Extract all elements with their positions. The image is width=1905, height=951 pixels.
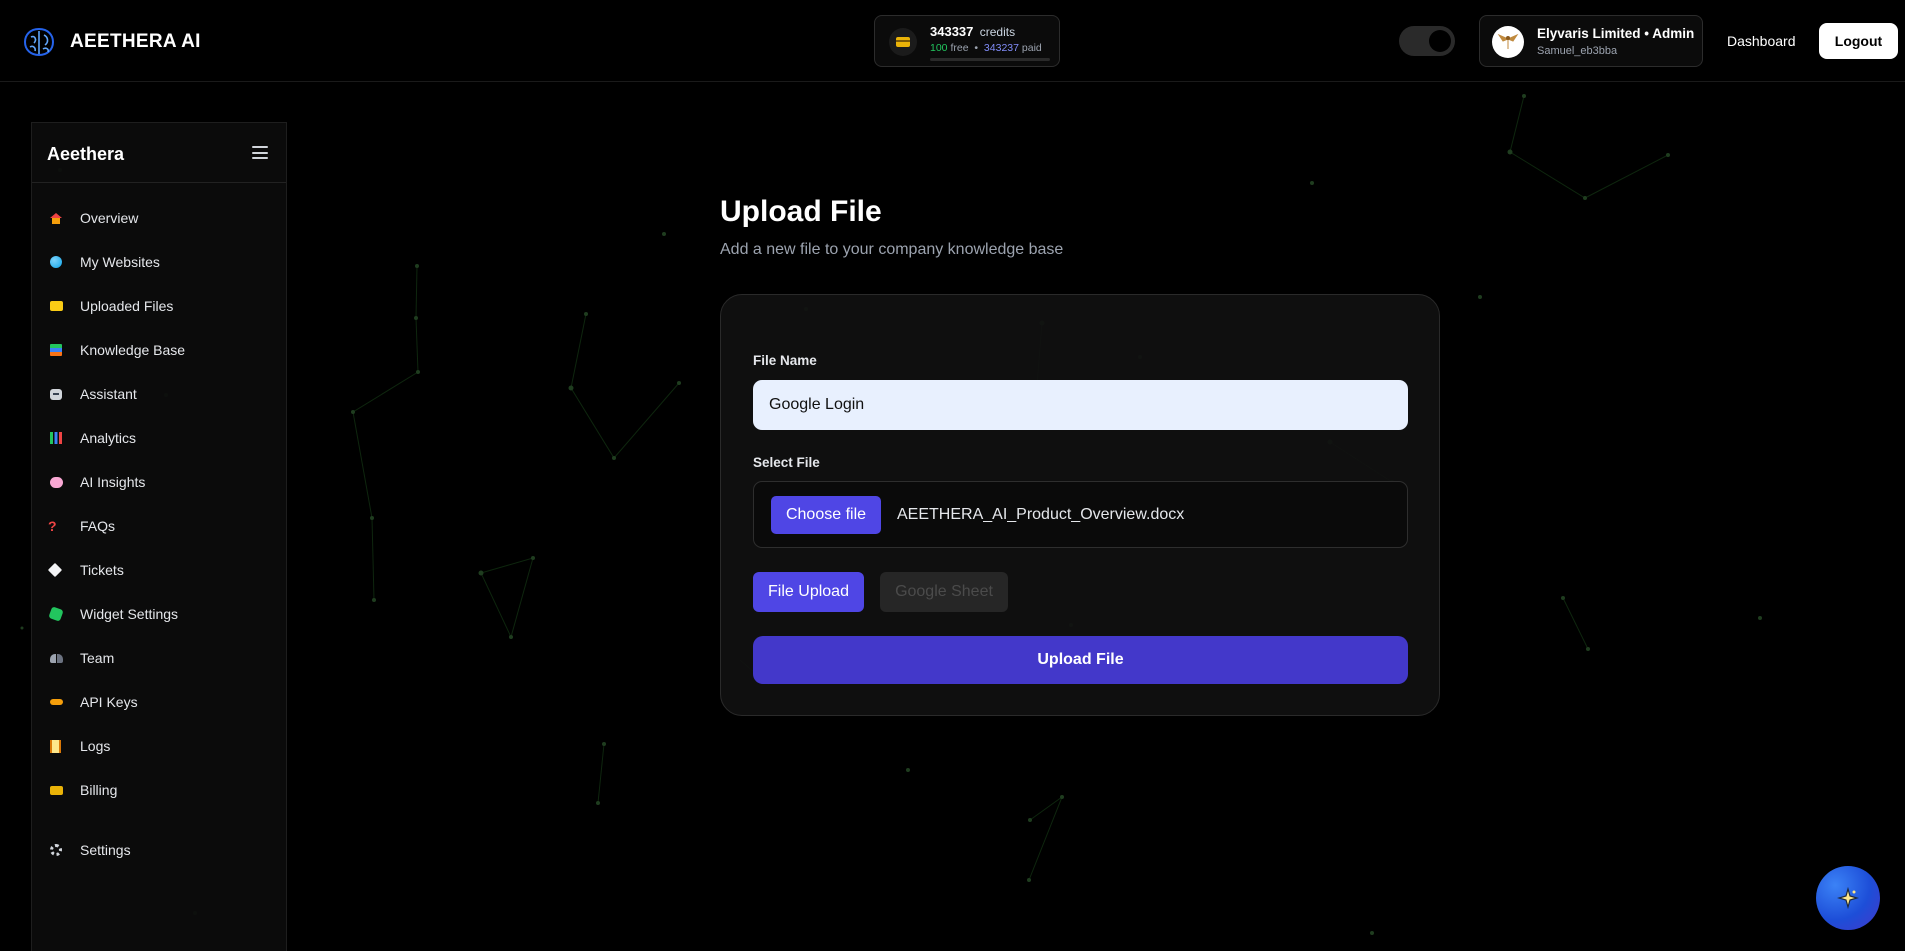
- sidebar-item-ai-insights[interactable]: AI Insights: [32, 464, 286, 500]
- sidebar-item-overview[interactable]: Overview: [32, 200, 286, 236]
- paid-credits-label: paid: [1021, 42, 1042, 54]
- toggle-knob: [1429, 30, 1451, 52]
- gear-icon: [50, 844, 62, 856]
- credits-total-label: credits: [979, 25, 1016, 39]
- sidebar-item-label: Widget Settings: [80, 606, 179, 622]
- sidebar-item-label: My Websites: [80, 254, 160, 270]
- app-root: AEETHERA AI 343337 credits 100 free • 34…: [0, 0, 1905, 951]
- sidebar-item-label: Uploaded Files: [80, 298, 174, 314]
- free-credits-label: free: [950, 42, 969, 54]
- sidebar-item-label: Knowledge Base: [80, 342, 186, 358]
- credits-total-value: 343337: [930, 24, 974, 39]
- sidebar-item-analytics[interactable]: Analytics: [32, 420, 286, 456]
- globe-icon: [50, 256, 62, 268]
- robot-icon: [50, 388, 62, 400]
- credits-separator: •: [974, 42, 979, 54]
- file-name-input[interactable]: [753, 380, 1408, 430]
- sidebar-item-team[interactable]: Team: [32, 640, 286, 676]
- file-picker[interactable]: Choose file AEETHERA_AI_Product_Overview…: [753, 481, 1408, 548]
- team-icon: [50, 653, 63, 663]
- tab-google-sheet[interactable]: Google Sheet: [880, 572, 1008, 612]
- paid-credits-value: 343237: [983, 42, 1019, 54]
- scroll-icon: [50, 739, 61, 753]
- sidebar-item-label: Overview: [80, 210, 139, 226]
- sidebar-title: Aeethera: [47, 144, 125, 164]
- sidebar-item-knowledge-base[interactable]: Knowledge Base: [32, 332, 286, 368]
- top-header: AEETHERA AI 343337 credits 100 free • 34…: [0, 0, 1905, 82]
- sidebar-item-label: AI Insights: [80, 474, 146, 490]
- user-handle: Samuel_eb3bba: [1537, 45, 1618, 57]
- bar-chart-icon: [50, 432, 62, 444]
- sparkle-icon: [1837, 887, 1859, 909]
- sidebar-item-tickets[interactable]: Tickets: [32, 552, 286, 588]
- sidebar-item-uploaded-files[interactable]: Uploaded Files: [32, 288, 286, 324]
- sidebar-item-widget-settings[interactable]: Widget Settings: [32, 596, 286, 632]
- sidebar-item-billing[interactable]: Billing: [32, 772, 286, 808]
- sidebar-header: Aeethera: [32, 123, 286, 183]
- sidebar-item-label: Analytics: [80, 430, 137, 446]
- sidebar-item-label: Logs: [80, 738, 111, 754]
- brand[interactable]: AEETHERA AI: [22, 26, 201, 58]
- folder-icon: [50, 301, 63, 311]
- key-icon: [50, 699, 63, 705]
- sidebar-item-my-websites[interactable]: My Websites: [32, 244, 286, 280]
- upload-form-card: File Name Select File Choose file AEETHE…: [720, 294, 1440, 716]
- sidebar-item-label: Team: [80, 650, 115, 666]
- page-title: Upload File: [720, 195, 882, 228]
- puzzle-icon: [48, 606, 64, 622]
- dashboard-link[interactable]: Dashboard: [1727, 33, 1796, 49]
- sidebar-item-assistant[interactable]: Assistant: [32, 376, 286, 412]
- sidebar: Aeethera Overview My Websites Uploaded F…: [31, 122, 287, 951]
- sidebar-item-faqs[interactable]: ? FAQs: [32, 508, 286, 544]
- user-profile[interactable]: Elyvaris Limited • Admin Samuel_eb3bba: [1479, 15, 1703, 67]
- company-avatar: [1492, 26, 1524, 58]
- assistant-fab-button[interactable]: [1816, 866, 1880, 930]
- file-name-label: File Name: [753, 353, 817, 368]
- sidebar-item-label: Tickets: [80, 562, 124, 578]
- credit-card-icon: [50, 785, 63, 795]
- credits-widget[interactable]: 343337 credits 100 free • 343237 paid: [874, 15, 1060, 67]
- sidebar-item-label: Billing: [80, 782, 118, 798]
- sidebar-item-label: FAQs: [80, 518, 116, 534]
- sidebar-item-label: Settings: [80, 842, 131, 858]
- selected-file-name: AEETHERA_AI_Product_Overview.docx: [897, 506, 1185, 523]
- hamburger-menu-icon[interactable]: [252, 146, 268, 159]
- free-credits-value: 100: [930, 42, 948, 54]
- user-name: Elyvaris Limited • Admin: [1537, 26, 1695, 41]
- ticket-icon: [47, 562, 63, 578]
- select-file-label: Select File: [753, 455, 820, 470]
- brand-name: AEETHERA AI: [70, 31, 201, 52]
- upload-file-button[interactable]: Upload File: [753, 636, 1408, 684]
- logout-button[interactable]: Logout: [1819, 23, 1898, 59]
- house-icon: [50, 212, 62, 224]
- sidebar-item-label: Assistant: [80, 386, 137, 402]
- credit-card-icon: [889, 28, 917, 56]
- sidebar-item-logs[interactable]: Logs: [32, 728, 286, 764]
- books-icon: [50, 344, 62, 356]
- brain-icon: [50, 476, 63, 488]
- theme-toggle[interactable]: [1399, 26, 1455, 56]
- tab-file-upload[interactable]: File Upload: [753, 572, 864, 612]
- credits-progress-bar: [930, 58, 1050, 61]
- sidebar-item-api-keys[interactable]: API Keys: [32, 684, 286, 720]
- sidebar-item-settings[interactable]: Settings: [32, 832, 286, 868]
- brain-logo-icon: [23, 27, 55, 57]
- credits-breakdown: 100 free • 343237 paid: [930, 42, 1042, 54]
- sidebar-item-label: API Keys: [80, 694, 138, 710]
- eagle-logo-icon: [1497, 33, 1519, 49]
- question-mark-icon: ?: [48, 518, 57, 534]
- page-subtitle: Add a new file to your company knowledge…: [720, 241, 1064, 258]
- credits-total: 343337 credits: [930, 24, 1015, 39]
- choose-file-button[interactable]: Choose file: [771, 496, 881, 534]
